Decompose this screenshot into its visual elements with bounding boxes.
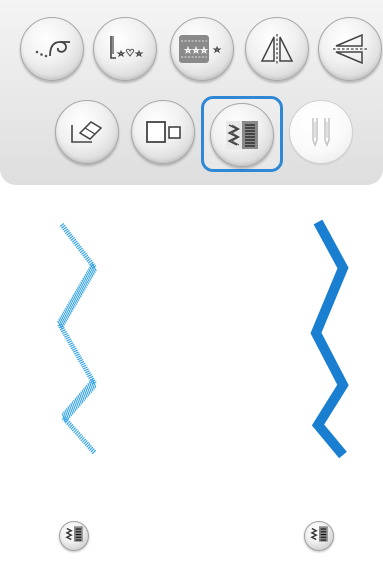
thread-cutter-icon (30, 32, 74, 66)
stitch-segment (78, 358, 84, 363)
stitch-segment (80, 362, 86, 366)
mirror-vertical-button[interactable] (245, 17, 309, 81)
stitch-segment (70, 345, 76, 350)
stitch-segment (84, 370, 90, 374)
stitch-segment (64, 334, 70, 338)
stitch-segment (73, 351, 80, 355)
dense-zigzag-stitch (57, 222, 97, 455)
stitch-segment (87, 373, 93, 378)
satin-zigzag-stitch (310, 219, 349, 459)
stitch-density-icon (222, 117, 262, 153)
stitch-segment (61, 330, 67, 335)
stitch-pattern-button[interactable] (93, 17, 157, 81)
decorative-stitch-icon (177, 31, 227, 67)
stitch-segment (66, 338, 72, 342)
twin-needle-icon (301, 112, 341, 152)
eraser-icon (66, 115, 108, 149)
stitch-size-icon (142, 115, 184, 149)
stitch-segment (83, 368, 89, 372)
mirror-vertical-icon (257, 31, 297, 67)
decorative-stitch-button[interactable] (170, 17, 234, 81)
eraser-button[interactable] (55, 100, 119, 164)
stitch-preview-area (57, 219, 349, 459)
stitch-segment (72, 349, 78, 353)
stitch-segment (82, 366, 88, 370)
stitch-segment (77, 357, 83, 361)
stitch-segment (67, 340, 73, 344)
stitch-segment (60, 329, 66, 333)
thread-cutter-button[interactable] (20, 17, 84, 81)
stitch-segment (65, 336, 71, 340)
mirror-horizontal-button[interactable] (318, 17, 382, 81)
stitch-segment (85, 372, 92, 376)
stitch-density-icon (308, 524, 330, 548)
stitch-segment (79, 360, 85, 364)
left-preview-density-button (59, 521, 89, 551)
right-preview-density-button (304, 521, 334, 551)
stitch-density-button[interactable] (210, 103, 274, 167)
stitch-segment (88, 375, 94, 379)
mirror-horizontal-icon (330, 31, 370, 67)
twin-needle-button[interactable] (289, 100, 353, 164)
stitch-size-button[interactable] (131, 100, 195, 164)
stitch-segment (74, 353, 81, 357)
stitch-segment (62, 332, 69, 336)
stitch-density-icon (63, 524, 85, 548)
stitch-segment (71, 347, 77, 351)
stitch-pattern-icon (103, 32, 147, 66)
stitch-segment (68, 342, 74, 346)
stitch-segment (81, 364, 87, 368)
satin-stitch-line (310, 219, 349, 459)
stitch-segment (76, 355, 82, 359)
toolbar-panel (0, 0, 383, 185)
stitch-segment (69, 344, 75, 348)
